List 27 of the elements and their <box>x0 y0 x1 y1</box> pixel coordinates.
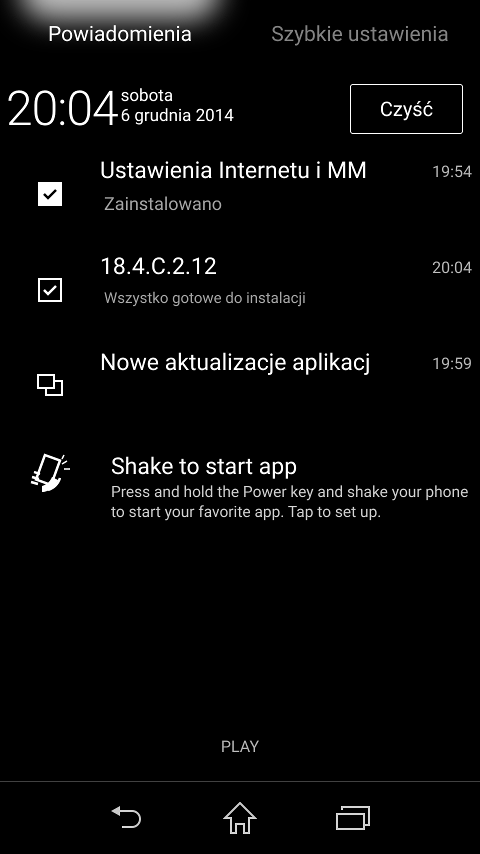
carrier-label: PLAY <box>220 736 260 758</box>
clock-time: 20:04 <box>6 85 118 133</box>
back-icon[interactable] <box>110 805 144 831</box>
notification-title: 18.4.C.2.12 <box>100 252 217 282</box>
windows-icon <box>37 374 63 396</box>
notification[interactable]: Nowe aktualizacje aplikacj 19:59 <box>0 344 480 440</box>
tab[interactable]: Szybkie ustawienia <box>240 20 480 56</box>
home-icon[interactable] <box>222 802 257 834</box>
clock-date: 6 grudnia 2014 <box>120 106 234 126</box>
clear-button[interactable]: Czyść <box>350 84 463 134</box>
notification-time: 19:59 <box>432 353 473 375</box>
shake-notification[interactable]: Shake to start app Press and hold the Power key and shake your phone to start your favorite app. Tap to set up. <box>0 452 480 522</box>
shake-title: Shake to start app <box>111 452 298 482</box>
notification-text: Wszystko gotowe do instalacji <box>103 288 307 308</box>
notification[interactable]: 18.4.C.2.12 20:04 Wszystko gotowe do instalacji <box>0 248 480 344</box>
shake-text: Press and hold the Power key and shake your phone to start your favorite app. Tap to set up. <box>111 482 470 522</box>
notification-time: 20:04 <box>432 257 473 279</box>
notification-text: Zainstalowano <box>103 192 224 216</box>
checkbox-icon <box>38 182 62 206</box>
notification-title: Ustawienia Internetu i MM <box>100 156 368 186</box>
recent-apps-icon[interactable] <box>336 806 370 830</box>
tab[interactable]: Powiadomienia <box>0 20 240 56</box>
notification-time: 19:54 <box>432 161 473 183</box>
notification[interactable]: Ustawienia Internetu i MM 19:54 Zainstalowano <box>0 152 480 248</box>
notification-title: Nowe aktualizacje aplikacj <box>100 348 370 378</box>
clock-day: sobota <box>120 86 234 106</box>
checkbox-icon <box>38 278 62 302</box>
